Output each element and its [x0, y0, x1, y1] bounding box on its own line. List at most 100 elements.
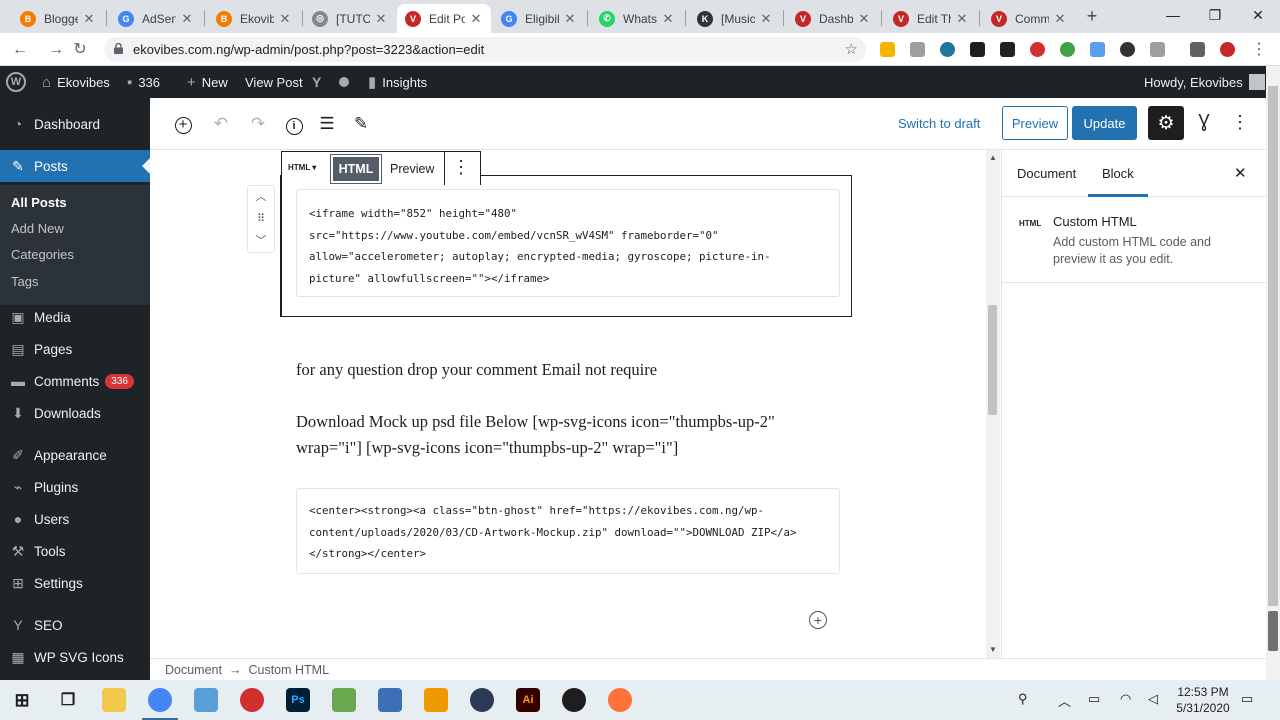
camera-extension-icon[interactable] — [910, 42, 925, 57]
illustrator-icon[interactable]: Ai — [516, 688, 540, 712]
close-icon[interactable]: ✕ — [563, 11, 577, 27]
window-close-icon[interactable]: ✕ — [1238, 2, 1278, 28]
menu-item-downloads[interactable]: ⬇ Downloads — [0, 397, 150, 429]
paragraph-block[interactable]: Download Mock up psd file Below [wp-svg-… — [296, 409, 826, 461]
menu-item-pages[interactable]: ▤ Pages — [0, 333, 150, 365]
maximize-icon[interactable]: ❐ — [1195, 2, 1235, 28]
close-icon[interactable]: ✕ — [1234, 164, 1247, 182]
close-icon[interactable]: ✕ — [180, 11, 194, 27]
menu-item-comments[interactable]: ▬ Comments 336 — [0, 365, 150, 397]
comments-link[interactable]: ▪ 336 — [127, 66, 160, 98]
volume-icon[interactable]: ◁ — [1148, 691, 1158, 707]
undo-icon[interactable]: ↶ — [209, 112, 233, 136]
add-block-icon[interactable]: + — [171, 112, 195, 136]
status-dot-icon[interactable] — [339, 66, 349, 98]
app-icon[interactable] — [424, 688, 448, 712]
preview-button[interactable]: Preview — [1002, 106, 1068, 140]
preview-tab[interactable]: Preview — [390, 162, 434, 176]
drag-handle-icon[interactable]: ⠿ — [248, 208, 274, 230]
menu-item-tools[interactable]: ⚒ Tools — [0, 535, 150, 567]
battery-icon[interactable]: ▭ — [1088, 691, 1100, 707]
extension-icon[interactable] — [1150, 42, 1165, 57]
info-icon[interactable]: i — [282, 112, 306, 136]
submenu-categories[interactable]: Categories — [11, 247, 74, 262]
close-icon[interactable]: ✕ — [661, 11, 675, 27]
reading-list-icon[interactable] — [1190, 42, 1205, 57]
menu-item-plugins[interactable]: ⌁ Plugins — [0, 471, 150, 503]
app-icon[interactable] — [470, 688, 494, 712]
menu-item-settings[interactable]: ⊞ Settings — [0, 567, 150, 599]
new-tab-button[interactable]: + — [1082, 6, 1102, 26]
scrollbar-thumb[interactable] — [1268, 611, 1278, 651]
close-icon[interactable]: ✕ — [374, 11, 388, 27]
close-icon[interactable]: ✕ — [82, 11, 96, 27]
extension-icon[interactable] — [1060, 42, 1075, 57]
move-down-icon[interactable]: ﹀ — [248, 230, 274, 252]
minimize-icon[interactable]: — — [1153, 2, 1193, 28]
block-navigation-icon[interactable]: ☰ — [315, 112, 339, 136]
new-content-link[interactable]: + New — [187, 66, 228, 98]
page-scrollbar[interactable] — [1266, 66, 1280, 680]
wordpress-extension-icon[interactable] — [940, 42, 955, 57]
close-icon[interactable]: ✕ — [857, 11, 871, 27]
task-view-icon[interactable]: ❐ — [56, 688, 80, 712]
wifi-icon[interactable]: ◠ — [1120, 691, 1131, 707]
bookmark-star-icon[interactable]: ☆ — [845, 40, 858, 58]
close-icon[interactable]: ✕ — [955, 11, 969, 27]
custom-html-textarea[interactable]: <iframe width="852" height="480" src="ht… — [296, 189, 840, 297]
editor-scrollbar[interactable]: ▲ ▼ — [986, 150, 1000, 658]
html-tab[interactable]: HTML — [330, 154, 382, 184]
more-options-icon[interactable]: ⋮ — [1230, 110, 1250, 134]
view-post-link[interactable]: View Post — [245, 66, 303, 98]
reload-icon[interactable]: ↻ — [69, 39, 91, 61]
browser-tab[interactable]: G AdSense ✕ — [110, 4, 202, 33]
photoshop-icon[interactable]: Ps — [286, 688, 310, 712]
tab-block[interactable]: Block — [1088, 166, 1148, 197]
yoast-icon[interactable]: Ɣ — [1193, 111, 1215, 135]
breadcrumb-document[interactable]: Document — [165, 663, 222, 677]
browser-tab[interactable]: B Blogger ✕ — [12, 4, 104, 33]
submenu-add-new[interactable]: Add New — [11, 221, 64, 236]
switch-to-draft-button[interactable]: Switch to draft — [898, 116, 980, 131]
redo-icon[interactable]: ↷ — [246, 112, 270, 136]
menu-item-appearance[interactable]: ✐ Appearance — [0, 439, 150, 471]
app-icon[interactable] — [194, 688, 218, 712]
browser-tab[interactable]: ✆ WhatsApp ✕ — [591, 4, 683, 33]
browser-tab[interactable]: V Comments ✕ — [983, 4, 1075, 33]
forward-arrow-icon[interactable]: → — [45, 39, 67, 61]
move-up-icon[interactable]: ︿ — [248, 186, 274, 208]
settings-gear-icon[interactable]: ⚙ — [1148, 106, 1184, 140]
add-block-icon[interactable]: + — [809, 611, 827, 629]
browser-tab[interactable]: K [Music] ✕ — [689, 4, 781, 33]
extension-icon[interactable] — [970, 42, 985, 57]
firefox-icon[interactable] — [608, 688, 632, 712]
site-name-link[interactable]: ⌂ Ekovibes — [42, 66, 110, 98]
block-type-switcher[interactable]: HTML ▾ — [288, 163, 316, 172]
scroll-down-arrow-icon[interactable]: ▼ — [989, 645, 997, 654]
update-button[interactable]: Update — [1072, 106, 1137, 140]
extension-icon[interactable] — [880, 42, 895, 57]
pencil-edit-icon[interactable]: ✎ — [349, 112, 373, 136]
windows-start-icon[interactable]: ⊞ — [10, 688, 34, 712]
chrome-icon[interactable] — [142, 688, 178, 720]
pen-extension-icon[interactable] — [1090, 42, 1105, 57]
notifications-icon[interactable]: ▭ — [1241, 691, 1253, 707]
address-bar[interactable]: ekovibes.com.ng/wp-admin/post.php?post=3… — [104, 37, 866, 62]
yoast-icon[interactable]: Y — [312, 66, 321, 98]
system-clock[interactable]: 12:53 PM 5/31/2020 — [1173, 684, 1233, 716]
menu-item-wp-svg-icons[interactable]: ▦ WP SVG Icons — [0, 641, 150, 673]
close-icon[interactable]: ✕ — [278, 11, 292, 27]
submenu-tags[interactable]: Tags — [11, 274, 38, 289]
recorder-icon[interactable] — [240, 688, 264, 712]
menu-item-dashboard[interactable]: ◔ Dashboard — [0, 108, 150, 140]
browser-tab[interactable]: V Edit Theme ✕ — [885, 4, 977, 33]
paragraph-block[interactable]: for any question drop your comment Email… — [296, 357, 826, 383]
tab-document[interactable]: Document — [1017, 166, 1076, 181]
app-icon[interactable] — [562, 688, 586, 712]
menu-item-media[interactable]: ▣ Media — [0, 301, 150, 333]
menu-item-seo[interactable]: Y SEO — [0, 609, 150, 641]
scroll-up-arrow-icon[interactable]: ▲ — [989, 153, 997, 162]
insights-link[interactable]: ▮ Insights — [368, 66, 427, 98]
people-icon[interactable]: ⚲ — [1018, 691, 1028, 707]
browser-tab[interactable]: V Dashboard ✕ — [787, 4, 879, 33]
